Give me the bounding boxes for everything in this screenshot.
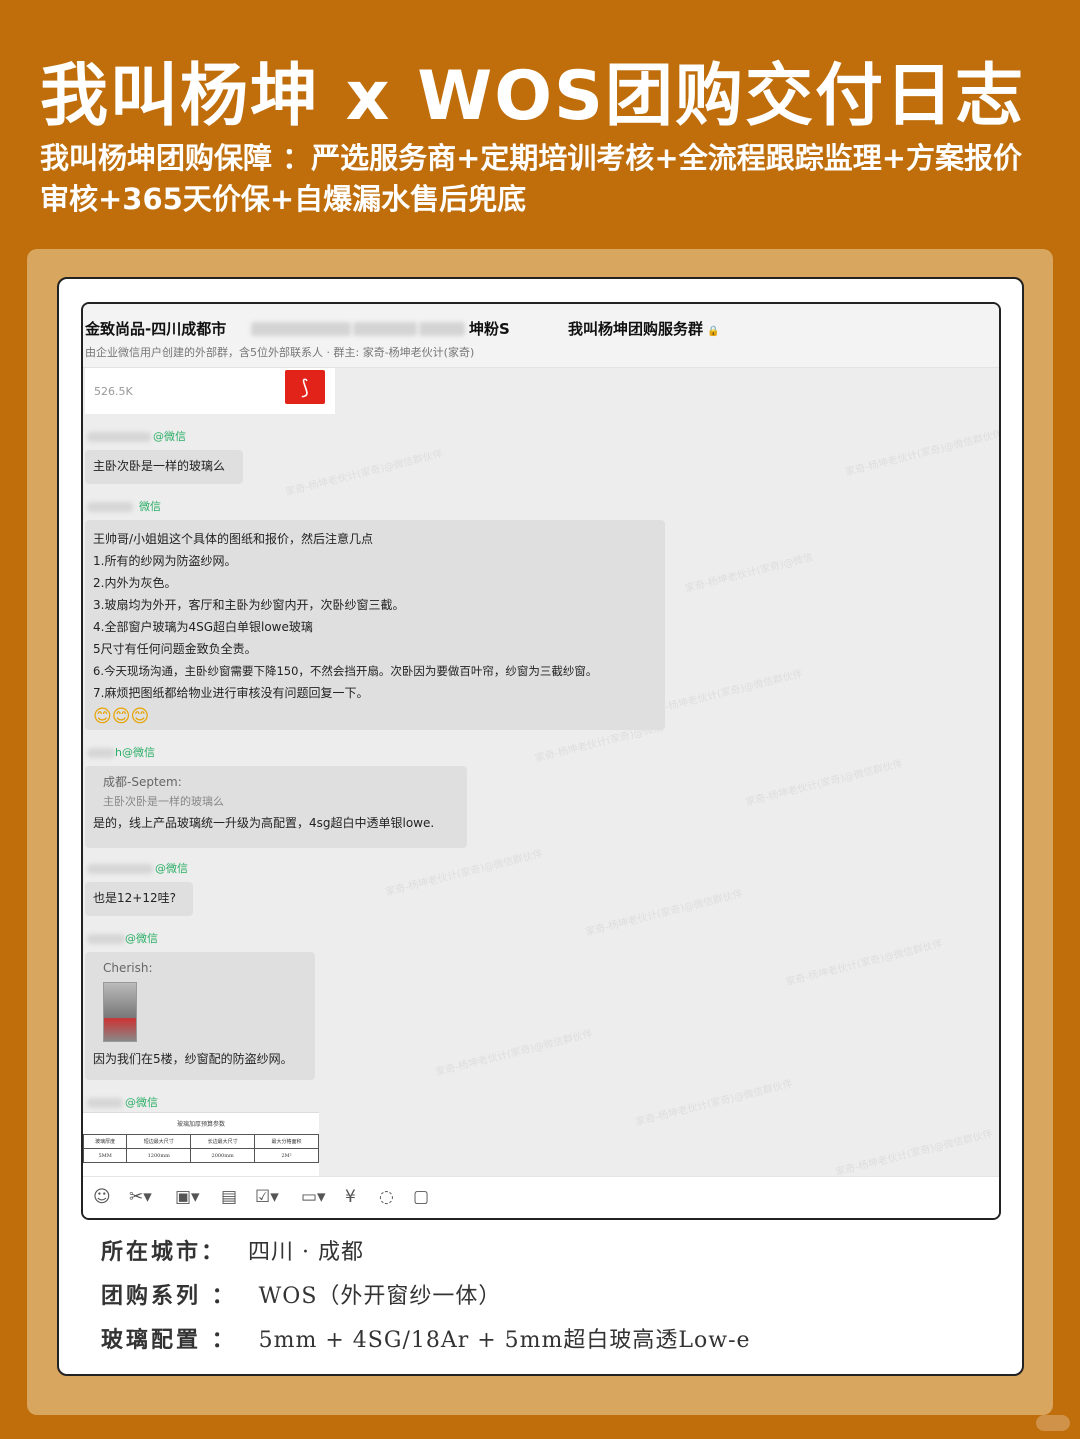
message-line: 6.今天现场沟通，主卧纱窗需要下降150，不然会挡开扇。次卧因为要做百叶帘，纱窗… (93, 664, 598, 678)
city-label: 所在城市： (101, 1239, 227, 1265)
file-size: 526.5K (94, 385, 133, 398)
message-bubble[interactable]: Cherish: 因为我们在5楼，纱窗配的防盗纱网。 (85, 952, 315, 1080)
smile-emoji-icon: 😊😊😊 (93, 706, 150, 727)
yuan-icon[interactable]: ¥ (345, 1187, 356, 1207)
chat-icon[interactable]: ◌ (379, 1187, 394, 1207)
table-header-row: 玻璃厚度 短边最大尺寸 长边最大尺寸 最大分格面积 (83, 1134, 319, 1149)
screen-share-icon[interactable]: ▢ (413, 1187, 429, 1207)
corner-watermark-icon (1036, 1415, 1070, 1431)
message-bubble[interactable]: 主卧次卧是一样的玻璃么 (85, 450, 243, 484)
page-title: 我叫杨坤 x WOS团购交付日志 (40, 57, 1025, 136)
blurred-sender (87, 1098, 123, 1108)
table-cell: 2000mm (190, 1148, 256, 1163)
lock-icon: 🔒 (707, 326, 720, 337)
glass-value: 5mm + 4SG/18Ar + 5mm超白玻高透Low-e (258, 1328, 751, 1353)
chat-header: 金致尚品-四川成都市 坤粉S 我叫杨坤团购服务群 🔒 由企业微信用户创建的外部群，… (83, 304, 999, 368)
message-text: 因为我们在5楼，纱窗配的防盗纱网。 (93, 1052, 293, 1066)
document-icon[interactable]: ▤ (221, 1187, 237, 1207)
message-line: 7.麻烦把图纸都给物业进行审核没有问题回复一下。 (93, 686, 369, 700)
scissors-icon[interactable]: ✂▾ (129, 1187, 152, 1207)
chat-title: 金致尚品-四川成都市 (85, 320, 227, 338)
image-icon[interactable]: ▣▾ (175, 1187, 200, 1207)
chat-group-name[interactable]: 我叫杨坤团购服务群 🔒 (568, 318, 719, 339)
info-series: 团购系列 ： WOS（外开窗纱一体） (101, 1278, 501, 1310)
message-line: 1.所有的纱网为防盗纱网。 (93, 554, 237, 568)
sender-tag: @微信 (125, 1096, 158, 1109)
glass-label: 玻璃配置 ： (101, 1327, 237, 1353)
quoted-message: 成都-Septem: 主卧次卧是一样的玻璃么 (93, 772, 459, 812)
quoted-image-thumbnail[interactable] (103, 982, 137, 1042)
message-line: 3.玻扇均为外开，客厅和主卧为纱窗内开，次卧纱窗三截。 (93, 598, 405, 612)
table-header-cell: 短边最大尺寸 (126, 1134, 192, 1149)
message-line: 4.全部窗户玻璃为4SG超白单银lowe玻璃 (93, 620, 313, 634)
message-bubble[interactable]: 也是12+12哇? (85, 882, 193, 916)
sender-tag: @微信 (153, 430, 186, 443)
info-glass: 玻璃配置 ： 5mm + 4SG/18Ar + 5mm超白玻高透Low-e (101, 1322, 751, 1354)
blurred-sender (87, 502, 133, 512)
series-label: 团购系列 ： (101, 1283, 237, 1309)
message-bubble[interactable]: 王帅哥/小姐姐这个具体的图纸和报价，然后注意几点 1.所有的纱网为防盗纱网。 2… (85, 520, 665, 730)
blurred-name (251, 322, 351, 336)
message-text: 也是12+12哇? (93, 891, 176, 905)
blurred-name (419, 322, 465, 336)
blurred-sender (87, 432, 151, 442)
table-header-cell: 长边最大尺寸 (190, 1134, 256, 1149)
sender-tag: @微信 (125, 932, 158, 945)
message-bubble[interactable]: 成都-Septem: 主卧次卧是一样的玻璃么 是的，线上产品玻璃统一升级为高配置… (85, 766, 467, 848)
glass-spec-table: 玻璃厚度 短边最大尺寸 长边最大尺寸 最大分格面积 5MM 1200mm 200… (83, 1134, 319, 1163)
sender-tag: @微信 (155, 862, 188, 875)
blurred-sender (87, 864, 153, 874)
blurred-sender (87, 934, 125, 944)
message-text: 是的，线上产品玻璃统一升级为高配置，4sg超白中透单银lowe. (93, 816, 435, 830)
quote-text: 主卧次卧是一样的玻璃么 (103, 795, 224, 808)
pdf-file-card[interactable]: 526.5K ⟆ (85, 368, 335, 414)
table-image-message[interactable]: 玻璃加厚预算参数 玻璃厚度 短边最大尺寸 长边最大尺寸 最大分格面积 5MM 1… (83, 1112, 319, 1176)
table-header-cell: 玻璃厚度 (83, 1134, 128, 1149)
blurred-name (353, 322, 417, 336)
message-line: 王帅哥/小姐姐这个具体的图纸和报价，然后注意几点 (93, 532, 374, 546)
table-row: 5MM 1200mm 2000mm 2M² (83, 1148, 319, 1163)
folder-icon[interactable]: ▭▾ (301, 1187, 326, 1207)
quote-sender: Cherish: (103, 961, 153, 975)
message-text: 主卧次卧是一样的玻璃么 (93, 459, 226, 473)
chat-input-toolbar: ☺ ✂▾ ▣▾ ▤ ☑▾ ▭▾ ¥ ◌ ▢ (83, 1176, 999, 1218)
city-value: 四川 · 成都 (248, 1240, 364, 1265)
series-value: WOS（外开窗纱一体） (258, 1284, 502, 1309)
page-subtitle: 我叫杨坤团购保障 ：严选服务商+定期培训考核+全流程跟踪监理+方案报价审核+36… (40, 141, 1022, 216)
table-cell: 5MM (83, 1148, 128, 1163)
table-cell: 1200mm (126, 1148, 192, 1163)
info-city: 所在城市： 四川 · 成都 (101, 1234, 364, 1266)
blurred-sender (87, 748, 115, 758)
sender-tag: 微信 (139, 500, 161, 513)
chat-member-name: 坤粉S (469, 320, 510, 338)
chat-screenshot: 家奇-杨坤老伙计(家奇)@微信群伙伴 家奇-杨坤老伙计(家奇)@微信群伙伴 家奇… (81, 302, 1001, 1220)
chat-subtitle: 由企业微信用户创建的外部群，含5位外部联系人 · 群主: 家奇-杨坤老伙计(家奇… (85, 346, 475, 359)
message-line: 5尺寸有任何问题金致负全责。 (93, 642, 257, 656)
pdf-icon: ⟆ (285, 370, 325, 404)
message-line: 2.内外为灰色。 (93, 576, 177, 590)
checkbox-icon[interactable]: ☑▾ (255, 1187, 279, 1207)
emoji-icon[interactable]: ☺ (93, 1187, 111, 1207)
group-name-label: 我叫杨坤团购服务群 (568, 320, 704, 338)
table-cell: 2M² (254, 1148, 319, 1163)
sender-tag: h@微信 (115, 746, 155, 759)
table-header-cell: 最大分格面积 (254, 1134, 319, 1149)
quote-sender: 成都-Septem: (103, 775, 182, 789)
quoted-message: Cherish: (93, 958, 307, 1042)
table-caption: 玻璃加厚预算参数 (176, 1121, 225, 1128)
